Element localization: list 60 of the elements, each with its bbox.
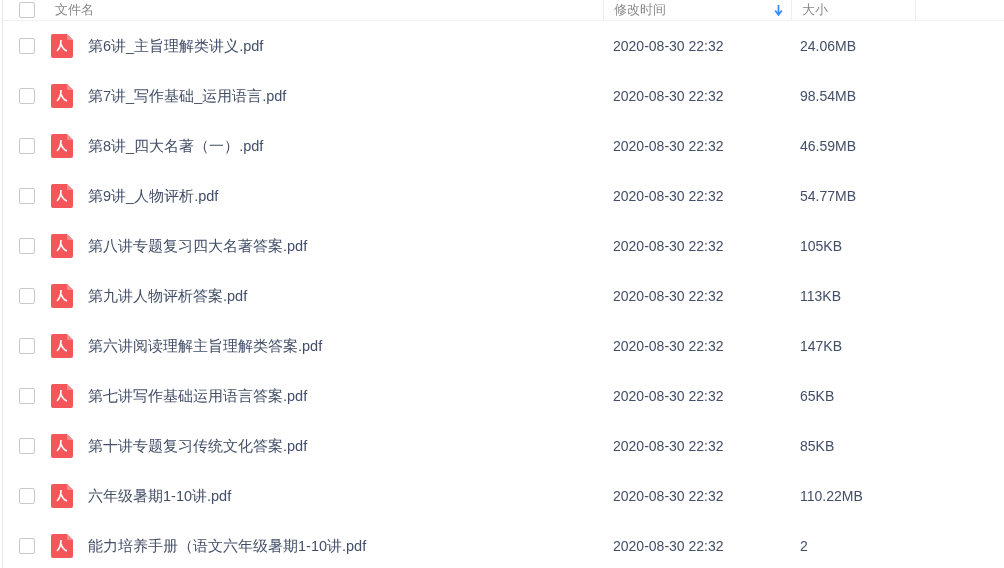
checkbox[interactable] [19,188,35,204]
pdf-file-icon [51,184,73,208]
pdf-file-icon [51,234,73,258]
pdf-file-icon [51,434,73,458]
file-size: 105KB [800,238,843,254]
checkbox[interactable] [19,488,35,504]
modified-date: 2020-08-30 22:32 [613,288,724,304]
pdf-file-icon [51,534,73,558]
checkbox[interactable] [19,388,35,404]
file-size: 113KB [800,288,841,304]
checkbox[interactable] [19,38,35,54]
file-name[interactable]: 第6讲_主旨理解类讲义.pdf [88,36,264,56]
modified-date: 2020-08-30 22:32 [613,238,724,254]
file-size: 85KB [800,438,835,454]
modified-date: 2020-08-30 22:32 [613,88,724,104]
file-size: 46.59MB [800,138,857,154]
checkbox[interactable] [19,288,35,304]
modified-date: 2020-08-30 22:32 [613,338,724,354]
pdf-file-icon [51,84,73,108]
file-size: 24.06MB [800,38,857,54]
file-name[interactable]: 第七讲写作基础运用语言答案.pdf [88,386,308,406]
pdf-file-icon [51,484,73,508]
pdf-file-icon [51,334,73,358]
modified-date: 2020-08-30 22:32 [613,188,724,204]
column-header[interactable]: 大小 [791,0,916,20]
checkbox[interactable] [19,88,35,104]
file-name[interactable]: 第九讲人物评析答案.pdf [88,286,248,306]
modified-date: 2020-08-30 22:32 [613,388,724,404]
pdf-file-icon [51,384,73,408]
file-size: 2 [800,538,808,554]
pdf-file-icon [51,284,73,308]
pdf-file-icon [51,134,73,158]
column-header[interactable]: 修改时间 [603,0,791,20]
checkbox[interactable] [19,138,35,154]
file-name[interactable]: 第十讲专题复习传统文化答案.pdf [88,436,308,456]
file-name[interactable]: 第八讲专题复习四大名著答案.pdf [88,236,308,256]
file-size: 98.54MB [800,88,857,104]
checkbox[interactable] [19,238,35,254]
file-name[interactable]: 第六讲阅读理解主旨理解类答案.pdf [88,336,323,356]
modified-date: 2020-08-30 22:32 [613,438,724,454]
file-size: 54.77MB [800,188,857,204]
file-size: 147KB [800,338,843,354]
modified-date: 2020-08-30 22:32 [613,488,724,504]
file-size: 65KB [800,388,835,404]
file-size: 110.22MB [800,488,863,504]
file-name[interactable]: 第7讲_写作基础_运用语言.pdf [88,86,287,106]
checkbox[interactable] [19,2,35,18]
checkbox[interactable] [19,338,35,354]
modified-date: 2020-08-30 22:32 [613,38,724,54]
sort-arrow-icon[interactable] [774,4,783,16]
file-name[interactable]: 第8讲_四大名著（一）.pdf [88,136,264,156]
checkbox[interactable] [19,438,35,454]
file-name[interactable]: 第9讲_人物评析.pdf [88,186,219,206]
modified-date: 2020-08-30 22:32 [613,538,724,554]
modified-date: 2020-08-30 22:32 [613,138,724,154]
file-name[interactable]: 能力培养手册（语文六年级暑期1-10讲.pdf [88,536,367,556]
column-header[interactable]: 文件名 [51,0,603,20]
file-name[interactable]: 六年级暑期1-10讲.pdf [88,486,232,506]
checkbox[interactable] [19,538,35,554]
pdf-file-icon [51,34,73,58]
